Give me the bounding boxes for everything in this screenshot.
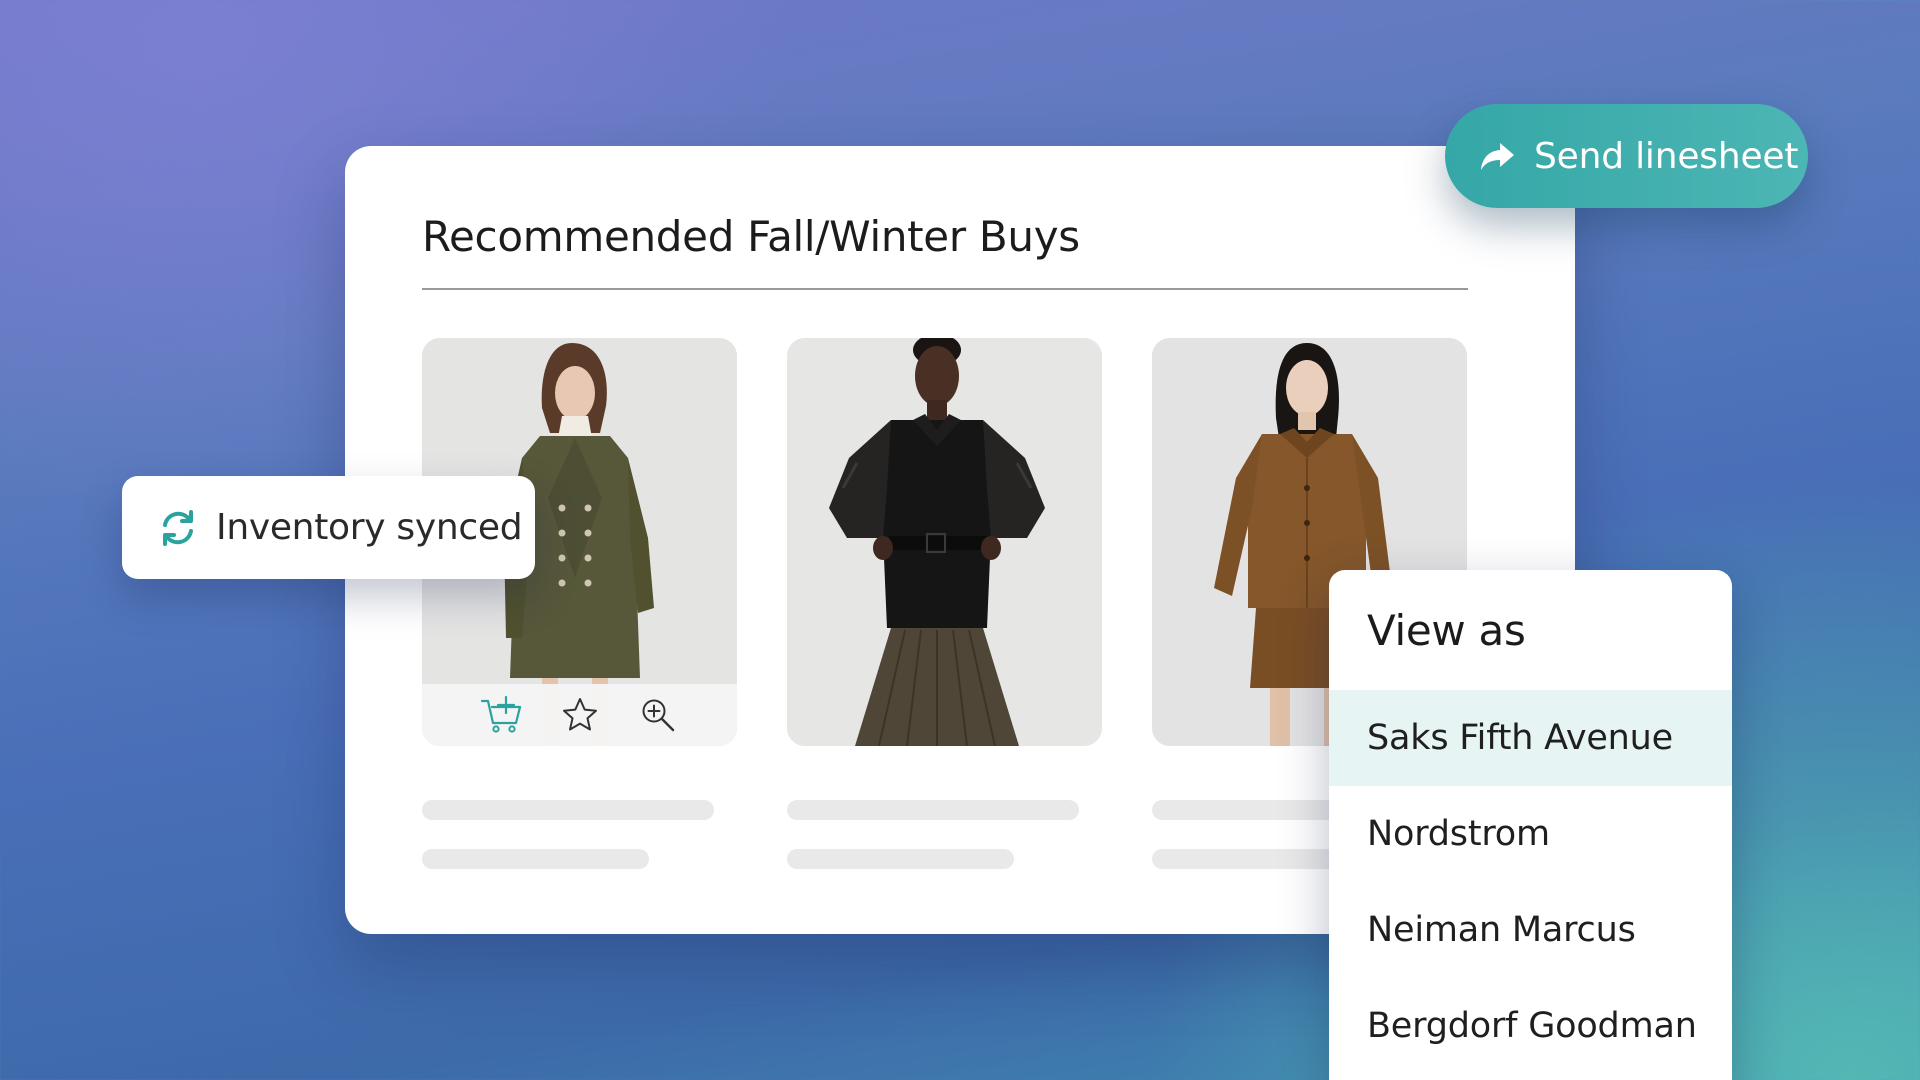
send-linesheet-label: Send linesheet xyxy=(1534,135,1799,177)
view-as-title: View as xyxy=(1367,606,1526,655)
product-image-black-jacket xyxy=(787,338,1102,746)
share-arrow-icon xyxy=(1481,143,1514,170)
product-card-2[interactable] xyxy=(787,338,1102,746)
sync-icon xyxy=(163,509,193,546)
view-option-saks-fifth-avenue[interactable]: Saks Fifth Avenue xyxy=(1329,690,1732,786)
view-option-neiman-marcus[interactable]: Neiman Marcus xyxy=(1329,882,1732,978)
view-option-bergdorf-goodman[interactable]: Bergdorf Goodman xyxy=(1329,978,1732,1074)
view-as-dropdown: View as Saks Fifth Avenue Nordstrom Neim… xyxy=(1329,570,1732,1080)
product-name-placeholder xyxy=(422,800,714,820)
product-name-placeholder xyxy=(787,800,1079,820)
add-to-cart-icon[interactable] xyxy=(480,693,524,737)
product-price-placeholder xyxy=(422,849,649,869)
product-price-placeholder xyxy=(787,849,1014,869)
zoom-in-icon[interactable] xyxy=(636,693,680,737)
title-divider xyxy=(422,288,1468,290)
card-title: Recommended Fall/Winter Buys xyxy=(422,212,1080,261)
product-actions xyxy=(422,684,737,746)
star-icon[interactable] xyxy=(558,693,602,737)
view-option-nordstrom[interactable]: Nordstrom xyxy=(1329,786,1732,882)
send-linesheet-button[interactable]: Send linesheet xyxy=(1445,104,1808,208)
inventory-status-label: Inventory synced xyxy=(216,507,523,548)
inventory-status: Inventory synced xyxy=(122,476,535,579)
